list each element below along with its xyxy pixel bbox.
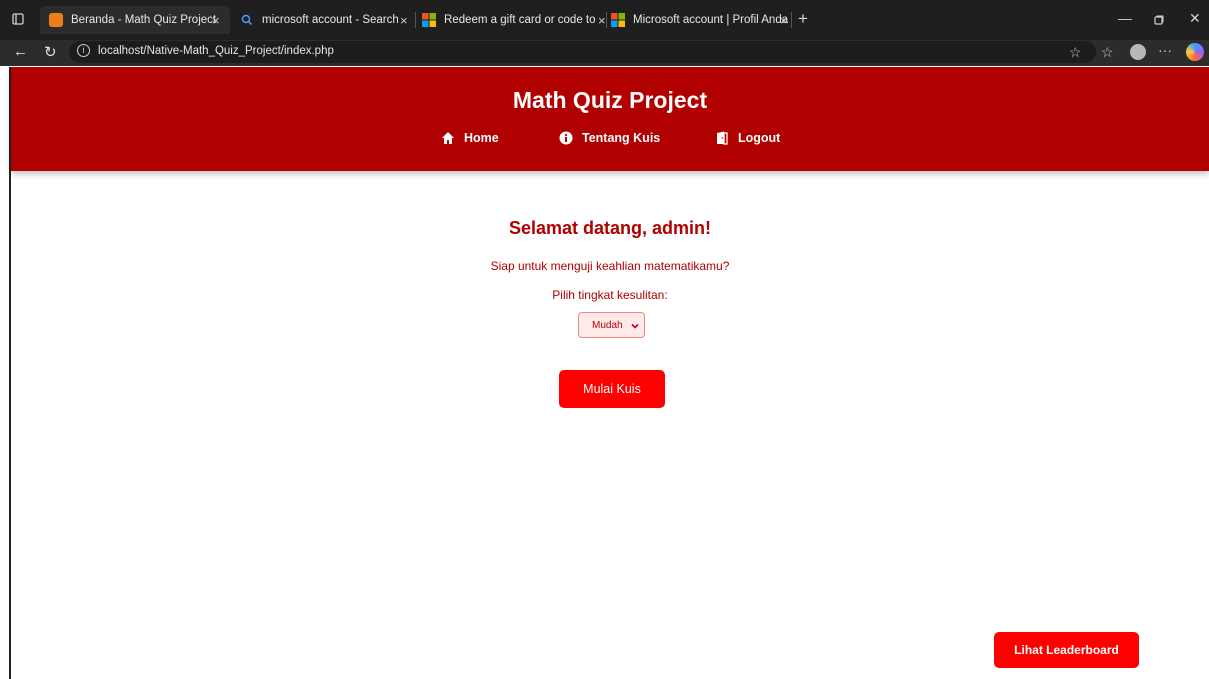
tab-title: Beranda - Math Quiz Project xyxy=(71,14,217,26)
microsoft-logo-icon xyxy=(422,13,436,27)
close-icon[interactable]: × xyxy=(400,13,408,28)
page-content: Math Quiz Project Home Tentang Kuis Logo… xyxy=(9,67,1209,679)
leaderboard-button[interactable]: Lihat Leaderboard xyxy=(994,632,1139,668)
nav-tentang-kuis[interactable]: Tentang Kuis xyxy=(559,131,660,145)
tab-title: microsoft account - Search xyxy=(262,14,399,26)
nav-logout-label: Logout xyxy=(738,131,781,145)
tab-title: Microsoft account | Profil Anda xyxy=(633,14,789,26)
difficulty-label: Pilih tingkat kesulitan: xyxy=(552,288,668,302)
site-header: Math Quiz Project Home Tentang Kuis Logo… xyxy=(11,67,1209,171)
info-icon[interactable]: i xyxy=(77,44,90,57)
browser-address-bar: ← ↻ i localhost/Native-Math_Quiz_Project… xyxy=(0,40,1209,66)
site-title: Math Quiz Project xyxy=(512,87,708,113)
close-icon[interactable]: × xyxy=(780,13,788,28)
door-icon xyxy=(717,131,728,145)
close-window-icon[interactable]: ✕ xyxy=(1189,10,1201,27)
home-icon xyxy=(442,132,454,144)
close-icon[interactable]: × xyxy=(598,13,606,28)
nav-logout[interactable]: Logout xyxy=(715,131,780,145)
tab-microsoft-account[interactable]: Microsoft account | Profil Anda × xyxy=(609,6,789,34)
close-icon[interactable]: × xyxy=(212,13,220,28)
microsoft-logo-icon xyxy=(611,13,625,27)
favorites-icon[interactable]: ☆ xyxy=(1101,44,1114,61)
new-tab-button[interactable]: + xyxy=(798,9,808,29)
tab-math-quiz[interactable]: Beranda - Math Quiz Project × xyxy=(40,6,230,34)
tab-title: Redeem a gift card or code to yo xyxy=(444,14,595,26)
favorite-star-icon[interactable]: ☆ xyxy=(1069,44,1082,61)
tab-microsoft-search[interactable]: microsoft account - Search × xyxy=(232,6,412,34)
difficulty-selected-value: Mudah xyxy=(592,320,623,331)
difficulty-select[interactable]: Mudah xyxy=(578,312,645,338)
copilot-icon[interactable] xyxy=(1186,43,1204,61)
tab-actions-icon[interactable] xyxy=(12,13,24,25)
nav-tentang-kuis-label: Tentang Kuis xyxy=(582,131,661,145)
search-icon xyxy=(241,14,253,26)
chevron-down-icon xyxy=(631,323,639,329)
xampp-favicon-icon xyxy=(49,13,63,27)
welcome-heading: Selamat datang, admin! xyxy=(508,218,712,238)
tab-separator xyxy=(415,12,416,28)
minimize-icon[interactable]: — xyxy=(1118,10,1132,26)
url-field[interactable]: localhost/Native-Math_Quiz_Project/index… xyxy=(98,45,334,57)
restore-icon[interactable] xyxy=(1154,15,1164,25)
profile-icon[interactable] xyxy=(1130,44,1146,60)
nav-home-label: Home xyxy=(464,131,499,145)
back-icon[interactable]: ← xyxy=(13,43,28,60)
start-quiz-button[interactable]: Mulai Kuis xyxy=(559,370,665,408)
browser-tab-bar: Beranda - Math Quiz Project × microsoft … xyxy=(0,0,1209,40)
tab-separator xyxy=(791,12,792,28)
info-circle-icon xyxy=(559,131,573,145)
subtitle-text: Siap untuk menguji keahlian matematikamu… xyxy=(490,259,730,273)
more-icon[interactable]: ··· xyxy=(1158,42,1172,58)
tab-separator xyxy=(606,12,607,28)
refresh-icon[interactable]: ↻ xyxy=(44,43,57,61)
nav-home[interactable]: Home xyxy=(441,131,499,145)
tab-redeem-gift-card[interactable]: Redeem a gift card or code to yo × xyxy=(418,6,606,34)
